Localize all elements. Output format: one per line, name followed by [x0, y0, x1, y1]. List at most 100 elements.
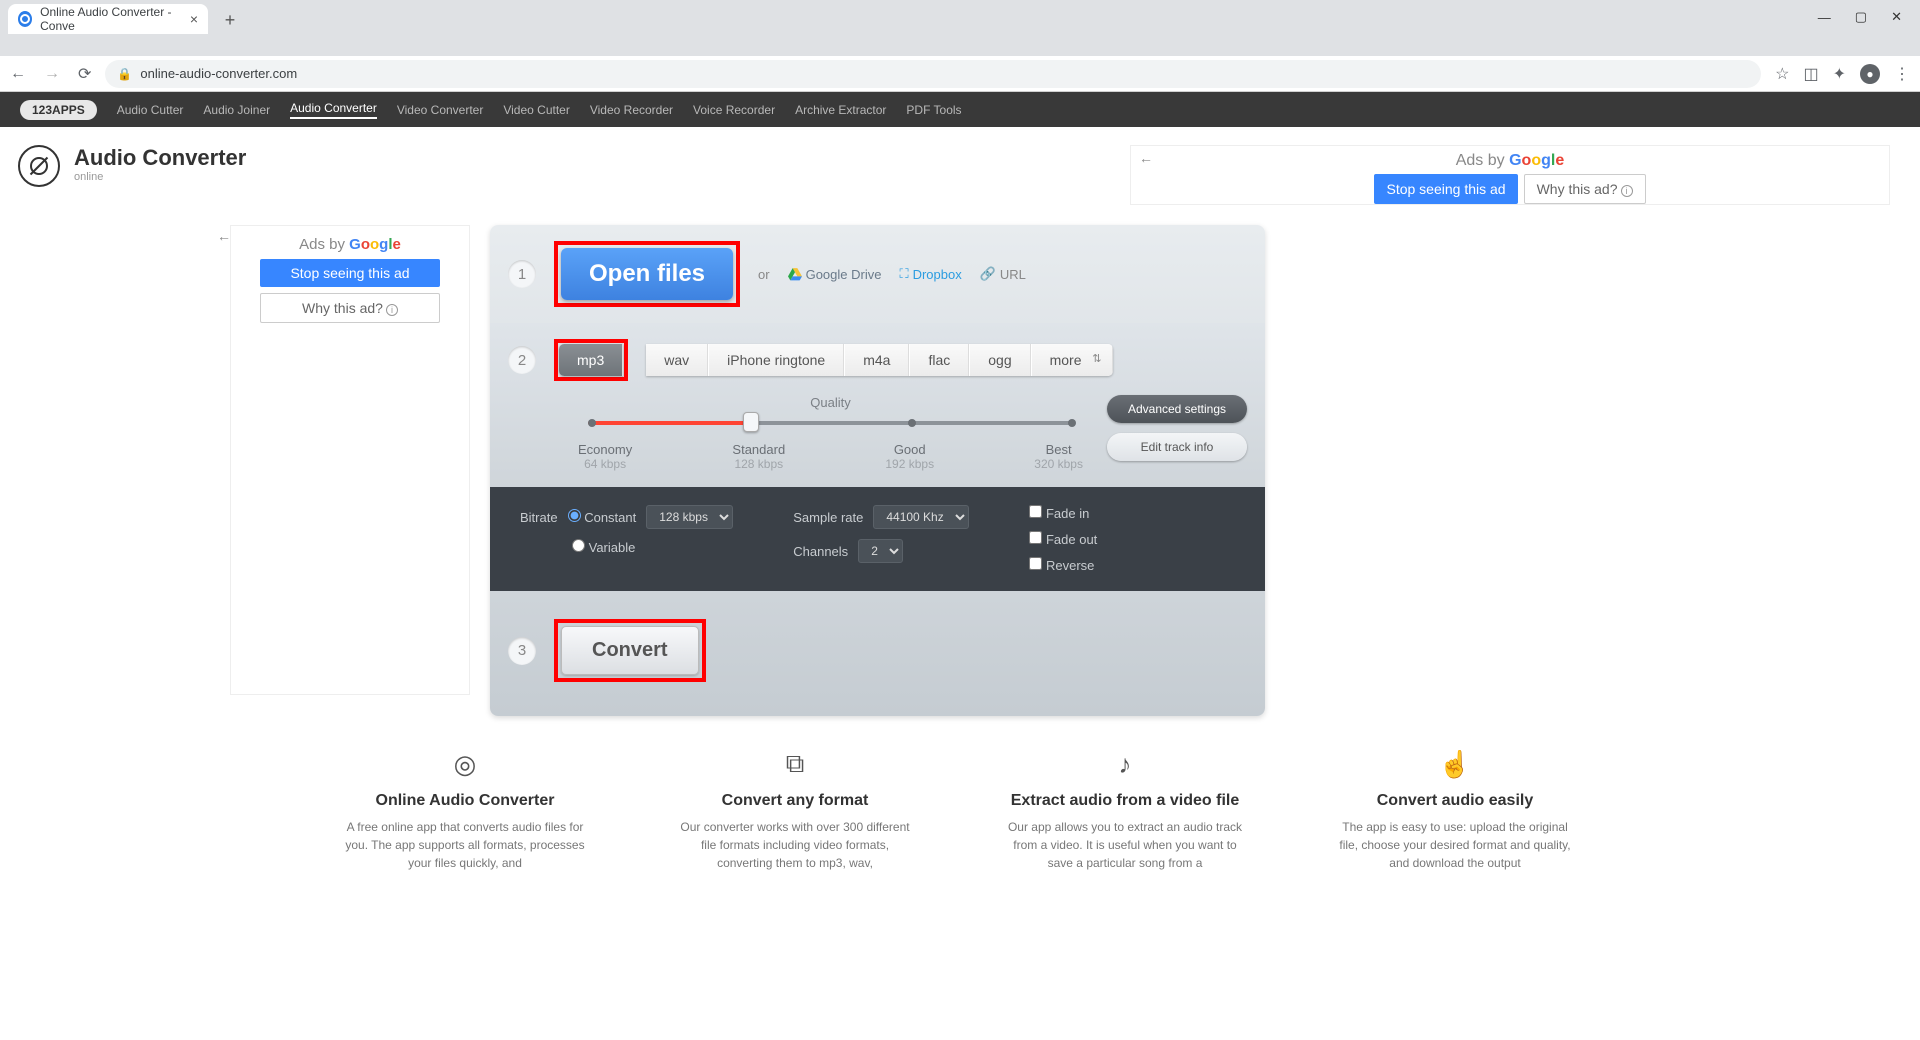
- step-1: 1 Open files or Google Drive ⛶ Dropbox �: [490, 225, 1265, 323]
- dropbox-icon: ⛶: [899, 266, 908, 282]
- address-bar[interactable]: 🔒 online-audio-converter.com: [105, 60, 1761, 88]
- link-icon: 🔗: [980, 266, 996, 282]
- samplerate-label: Sample rate: [793, 510, 863, 525]
- google-drive-icon: [788, 267, 802, 281]
- nav-video-cutter[interactable]: Video Cutter: [503, 103, 570, 117]
- highlight-convert: Convert: [554, 619, 706, 682]
- browser-chrome: Online Audio Converter - Conve × + — ▢ ✕: [0, 0, 1920, 56]
- dropbox-link[interactable]: ⛶ Dropbox: [899, 266, 961, 282]
- why-ad-button[interactable]: Why this ad?i: [1524, 174, 1646, 204]
- brand: Audio Converter online: [18, 145, 246, 205]
- feature-2: ⧉ Convert any format Our converter works…: [675, 746, 915, 872]
- format-ogg[interactable]: ogg: [970, 344, 1030, 376]
- browser-tab[interactable]: Online Audio Converter - Conve ×: [8, 4, 208, 34]
- profile-avatar[interactable]: ●: [1860, 64, 1880, 84]
- nav-archive-extractor[interactable]: Archive Extractor: [795, 103, 886, 117]
- side-ad-close-icon[interactable]: ←: [217, 228, 231, 244]
- edit-track-info-button[interactable]: Edit track info: [1107, 433, 1247, 461]
- bitrate-select[interactable]: 128 kbps: [646, 505, 733, 529]
- url-text: online-audio-converter.com: [140, 66, 297, 81]
- format-wav[interactable]: wav: [646, 344, 708, 376]
- feature-1: ◎ Online Audio Converter A free online a…: [345, 746, 585, 872]
- back-icon[interactable]: ←: [10, 65, 26, 83]
- samplerate-select[interactable]: 44100 Khz: [873, 505, 969, 529]
- favicon-icon: [18, 11, 32, 27]
- fadeout-checkbox[interactable]: Fade out: [1029, 531, 1097, 547]
- feature-format-icon: ⧉: [675, 746, 915, 782]
- app-logo[interactable]: 123APPS: [20, 100, 97, 120]
- feature-3: ♪ Extract audio from a video file Our ap…: [1005, 746, 1245, 872]
- channels-label: Channels: [793, 544, 848, 559]
- info-icon: i: [1621, 185, 1633, 197]
- info-icon: i: [386, 304, 398, 316]
- step-2: 2 mp3 wav iPhone ringtone m4a flac ogg m…: [490, 323, 1265, 487]
- menu-icon[interactable]: ⋮: [1894, 64, 1910, 84]
- feature-converter-icon: ◎: [345, 746, 585, 782]
- feature-easy-icon: ☝: [1335, 746, 1575, 782]
- side-stop-ad-button[interactable]: Stop seeing this ad: [260, 259, 440, 287]
- quality-slider[interactable]: [588, 418, 1073, 428]
- ad-close-icon[interactable]: ←: [1139, 150, 1153, 166]
- step-2-num: 2: [508, 346, 536, 374]
- nav-audio-joiner[interactable]: Audio Joiner: [203, 103, 270, 117]
- browser-nav-bar: ← → ⟳ 🔒 online-audio-converter.com ☆ ◫ ✦…: [0, 56, 1920, 92]
- tab-title: Online Audio Converter - Conve: [40, 5, 190, 33]
- ad-label: Ads by Google: [1137, 152, 1883, 170]
- nav-video-converter[interactable]: Video Converter: [397, 103, 484, 117]
- channels-select[interactable]: 2: [858, 539, 903, 563]
- forward-icon: →: [44, 65, 60, 83]
- page-title: Audio Converter: [74, 145, 246, 171]
- step-3: 3 Convert: [490, 591, 1265, 716]
- brand-icon: [18, 145, 60, 187]
- url-link[interactable]: 🔗 URL: [980, 266, 1026, 282]
- top-ad: ← Ads by Google Stop seeing this ad Why …: [1130, 145, 1890, 205]
- or-label: or: [758, 267, 770, 282]
- open-files-button[interactable]: Open files: [561, 248, 733, 300]
- convert-button[interactable]: Convert: [561, 626, 699, 675]
- nav-pdf-tools[interactable]: PDF Tools: [906, 103, 961, 117]
- bitrate-constant-radio[interactable]: Constant: [568, 509, 637, 525]
- advanced-panel: Bitrate Constant 128 kbps Variable Sampl…: [490, 487, 1265, 591]
- extension-icon[interactable]: ◫: [1803, 64, 1818, 84]
- nav-audio-cutter[interactable]: Audio Cutter: [117, 103, 184, 117]
- format-mp3[interactable]: mp3: [559, 344, 623, 376]
- format-flac[interactable]: flac: [910, 344, 969, 376]
- nav-audio-converter[interactable]: Audio Converter: [290, 101, 377, 119]
- page-subtitle: online: [74, 171, 246, 183]
- app-nav: 123APPS Audio Cutter Audio Joiner Audio …: [0, 92, 1920, 127]
- reverse-checkbox[interactable]: Reverse: [1029, 557, 1097, 573]
- slider-handle[interactable]: [743, 412, 759, 432]
- stop-ad-button[interactable]: Stop seeing this ad: [1374, 174, 1517, 204]
- google-drive-link[interactable]: Google Drive: [788, 267, 882, 282]
- side-ad: ← Ads by Google Stop seeing this ad Why …: [230, 225, 470, 695]
- converter-panel: 1 Open files or Google Drive ⛶ Dropbox �: [490, 225, 1265, 716]
- nav-voice-recorder[interactable]: Voice Recorder: [693, 103, 775, 117]
- reload-icon[interactable]: ⟳: [78, 64, 91, 84]
- window-controls: — ▢ ✕: [1818, 0, 1920, 34]
- bitrate-variable-radio[interactable]: Variable: [572, 539, 635, 555]
- minimize-icon[interactable]: —: [1818, 10, 1831, 25]
- maximize-icon[interactable]: ▢: [1855, 9, 1867, 25]
- tab-close-icon[interactable]: ×: [190, 11, 198, 27]
- quality-slider-group: Quality Economy64 kbps Stand: [578, 395, 1083, 471]
- lock-icon: 🔒: [117, 67, 132, 81]
- feature-extract-icon: ♪: [1005, 746, 1245, 782]
- step-1-num: 1: [508, 260, 536, 288]
- close-icon[interactable]: ✕: [1891, 9, 1902, 25]
- advanced-settings-button[interactable]: Advanced settings: [1107, 395, 1247, 423]
- format-more[interactable]: more: [1032, 344, 1113, 376]
- features-row: ◎ Online Audio Converter A free online a…: [0, 746, 1920, 872]
- highlight-mp3: mp3: [554, 339, 628, 381]
- tab-bar: Online Audio Converter - Conve × + — ▢ ✕: [0, 0, 1920, 34]
- puzzle-icon[interactable]: ✦: [1833, 64, 1846, 84]
- nav-video-recorder[interactable]: Video Recorder: [590, 103, 673, 117]
- side-why-ad-button[interactable]: Why this ad?i: [260, 293, 440, 323]
- highlight-open: Open files: [554, 241, 740, 307]
- format-iphone[interactable]: iPhone ringtone: [709, 344, 844, 376]
- format-m4a[interactable]: m4a: [845, 344, 909, 376]
- feature-4: ☝ Convert audio easily The app is easy t…: [1335, 746, 1575, 872]
- step-3-num: 3: [508, 637, 536, 665]
- new-tab-button[interactable]: +: [216, 6, 244, 34]
- star-icon[interactable]: ☆: [1775, 64, 1789, 84]
- fadein-checkbox[interactable]: Fade in: [1029, 505, 1097, 521]
